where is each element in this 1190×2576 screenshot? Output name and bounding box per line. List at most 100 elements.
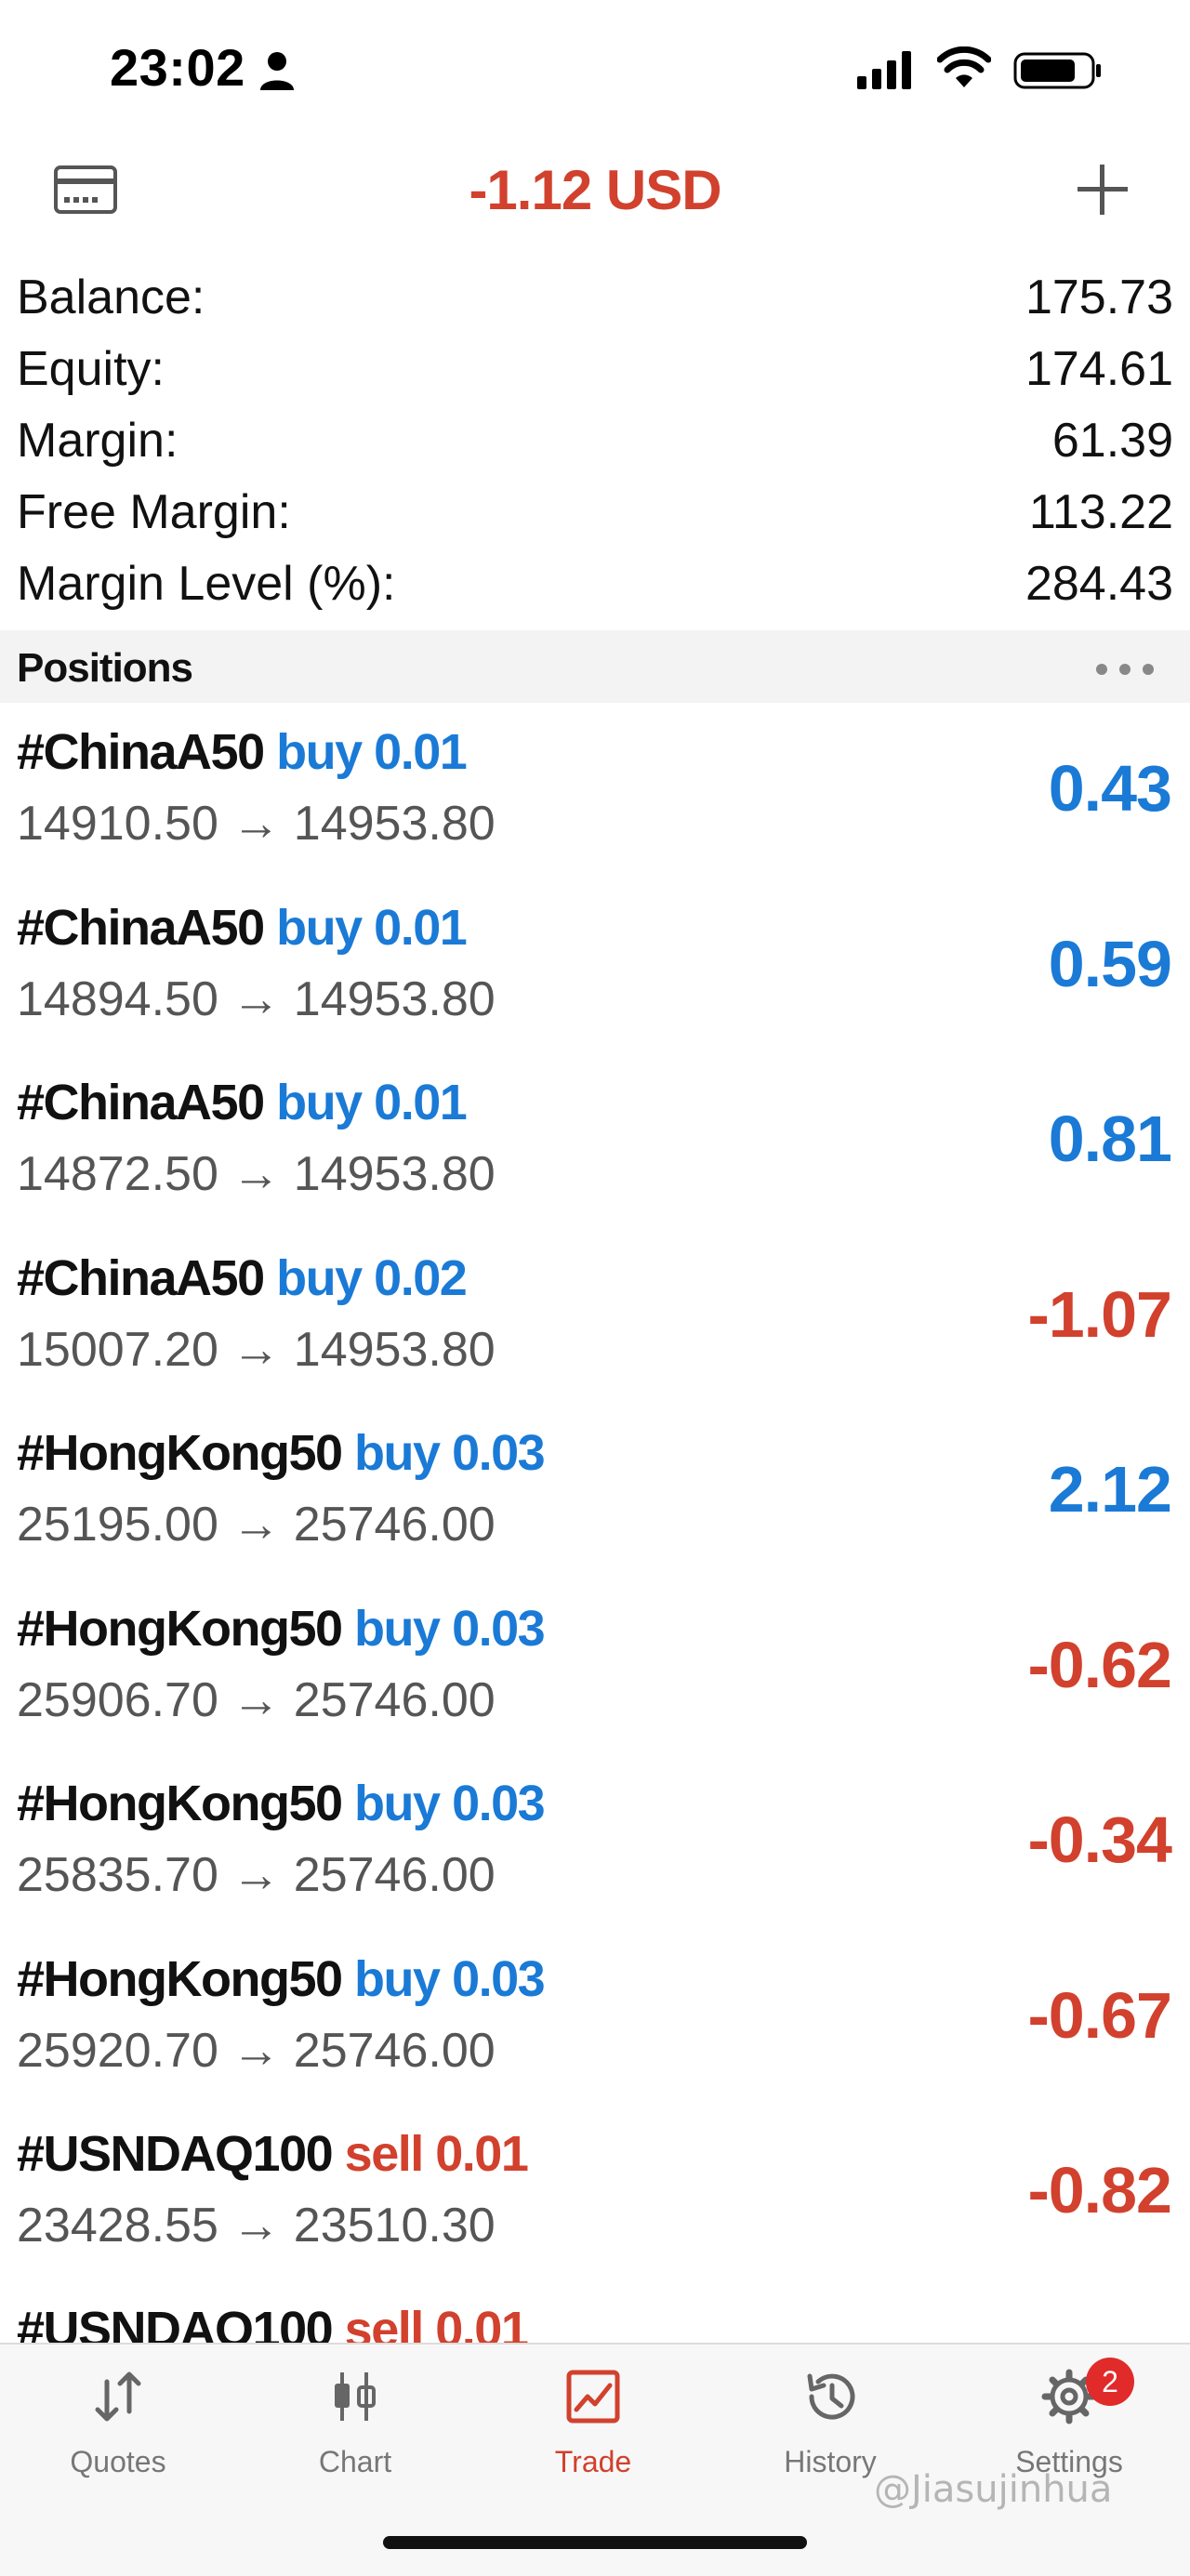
position-open-price: 25835.70: [17, 1848, 218, 1902]
top-bar: -1.12 USD: [0, 139, 1190, 251]
position-volume: 0.03: [452, 1950, 546, 2007]
summary-value: 113.22: [1028, 485, 1173, 539]
position-side: buy: [276, 724, 363, 780]
position-row[interactable]: #ChinaA50 buy 0.02 15007.20 → 14953.80 -…: [0, 1229, 1190, 1405]
position-volume: 0.01: [374, 1075, 468, 1130]
position-symbol: #HongKong50: [17, 1425, 343, 1481]
summary-label: Equity:: [17, 342, 165, 396]
position-profit: -0.34: [1027, 1803, 1172, 1876]
position-open-price: 23428.55: [17, 2199, 218, 2252]
position-prices: 25906.70 → 25746.00: [17, 1672, 496, 1727]
wifi-icon: [937, 46, 991, 87]
position-prices: 25920.70 → 25746.00: [17, 2023, 496, 2078]
summary-label: Free Margin:: [17, 485, 291, 539]
tab-label: Quotes: [70, 2445, 166, 2478]
watermark-text: @Jiasujinhua: [874, 2468, 1113, 2511]
position-volume: 0.01: [435, 2126, 529, 2182]
position-current-price: 25746.00: [293, 1848, 496, 1902]
person-icon: [260, 52, 294, 90]
position-current-price: 23510.30: [293, 2199, 496, 2252]
status-bar: 23:02: [0, 0, 1190, 139]
position-title: #USNDAQ100 sell 0.01: [17, 2125, 529, 2183]
position-profit: 2.12: [1048, 1453, 1172, 1526]
position-row[interactable]: #ChinaA50 buy 0.01 14910.50 → 14953.80 0…: [0, 703, 1190, 878]
position-side: buy: [354, 1425, 441, 1481]
position-volume: 0.01: [374, 899, 468, 956]
home-indicator: [383, 2536, 807, 2549]
position-volume: 0.01: [435, 2301, 529, 2344]
summary-margin-level-row: Margin Level (%): 284.43: [0, 548, 1190, 620]
cellular-signal-icon: [857, 51, 911, 89]
position-title: #ChinaA50 buy 0.01: [17, 899, 468, 957]
summary-label: Balance:: [17, 271, 205, 324]
summary-label: Margin Level (%):: [17, 557, 396, 611]
position-prices: 14872.50 → 14953.80: [17, 1147, 496, 1201]
quotes-arrows-icon: [95, 2371, 141, 2422]
position-title: #HongKong50 buy 0.03: [17, 1424, 546, 1482]
positions-list: #ChinaA50 buy 0.01 14910.50 → 14953.80 0…: [0, 703, 1190, 2343]
summary-equity-row: Equity: 174.61: [0, 334, 1190, 405]
position-side: buy: [354, 1950, 441, 2007]
tab-label: Trade: [554, 2445, 632, 2478]
position-symbol: #ChinaA50: [17, 724, 265, 780]
tab-quotes[interactable]: Quotes: [25, 2345, 211, 2530]
position-open-price: 25920.70: [17, 2023, 218, 2078]
position-symbol: #HongKong50: [17, 1600, 343, 1657]
position-prices: 15007.20 → 14953.80: [17, 1322, 496, 1377]
position-row[interactable]: #USNDAQ100 sell 0.01 23428.55 → 23510.30…: [0, 2105, 1190, 2280]
position-profit: 0.59: [1048, 927, 1172, 1000]
new-order-plus-icon[interactable]: [1075, 162, 1130, 218]
summary-free-margin-row: Free Margin: 113.22: [0, 477, 1190, 548]
more-options-icon[interactable]: [1095, 663, 1155, 676]
position-title: #HongKong50 buy 0.03: [17, 1775, 546, 1832]
tab-trade[interactable]: Trade: [500, 2345, 686, 2530]
summary-label: Margin:: [17, 414, 178, 468]
position-volume: 0.03: [452, 1776, 546, 1831]
positions-title: Positions: [17, 645, 193, 691]
trade-chart-icon: [566, 2370, 620, 2424]
position-row[interactable]: #USNDAQ100 sell 0.01: [0, 2280, 1190, 2344]
position-row[interactable]: #HongKong50 buy 0.03 25835.70 → 25746.00…: [0, 1754, 1190, 1930]
position-side: sell: [344, 2126, 425, 2182]
position-side: sell: [344, 2301, 425, 2344]
position-current-price: 25746.00: [293, 2023, 496, 2078]
position-row[interactable]: #HongKong50 buy 0.03 25906.70 → 25746.00…: [0, 1579, 1190, 1755]
position-title: #ChinaA50 buy 0.01: [17, 723, 468, 781]
summary-value: 61.39: [1051, 414, 1173, 468]
position-title: #HongKong50 buy 0.03: [17, 1950, 546, 2008]
position-profit: 0.43: [1048, 752, 1172, 825]
position-side: buy: [276, 899, 363, 956]
position-symbol: #USNDAQ100: [17, 2126, 334, 2182]
position-title: #USNDAQ100 sell 0.01: [17, 2301, 529, 2344]
account-summary: Balance: 175.73 Equity: 174.61 Margin: 6…: [0, 262, 1190, 620]
position-row[interactable]: #HongKong50 buy 0.03 25920.70 → 25746.00…: [0, 1930, 1190, 2106]
position-row[interactable]: #HongKong50 buy 0.03 25195.00 → 25746.00…: [0, 1404, 1190, 1579]
summary-value: 284.43: [1025, 557, 1173, 611]
floating-profit-title: -1.12 USD: [469, 159, 721, 221]
position-symbol: #ChinaA50: [17, 899, 265, 956]
tab-chart[interactable]: Chart: [262, 2345, 448, 2530]
position-current-price: 25746.00: [293, 1672, 496, 1727]
position-volume: 0.03: [452, 1600, 546, 1657]
bottom-tab-bar: Quotes Chart Trade History 2 Settings: [0, 2343, 1190, 2576]
position-current-price: 14953.80: [293, 1322, 496, 1377]
history-clock-icon: [807, 2373, 855, 2420]
position-volume: 0.03: [452, 1425, 546, 1481]
position-volume: 0.02: [374, 1249, 468, 1306]
position-current-price: 14953.80: [293, 1147, 496, 1201]
summary-value: 174.61: [1025, 342, 1173, 396]
position-row[interactable]: #ChinaA50 buy 0.01 14894.50 → 14953.80 0…: [0, 878, 1190, 1054]
settings-notification-badge: 2: [1086, 2358, 1134, 2406]
position-profit: 0.81: [1048, 1103, 1172, 1175]
position-open-price: 14872.50: [17, 1147, 218, 1201]
position-symbol: #ChinaA50: [17, 1249, 265, 1306]
position-current-price: 14953.80: [293, 971, 496, 1026]
tab-label: Chart: [318, 2445, 392, 2478]
position-symbol: #ChinaA50: [17, 1075, 265, 1130]
position-open-price: 25195.00: [17, 1498, 218, 1552]
position-side: buy: [276, 1075, 363, 1130]
position-current-price: 25746.00: [293, 1498, 496, 1552]
position-title: #HongKong50 buy 0.03: [17, 1600, 546, 1658]
summary-value: 175.73: [1025, 271, 1173, 324]
position-row[interactable]: #ChinaA50 buy 0.01 14872.50 → 14953.80 0…: [0, 1053, 1190, 1229]
